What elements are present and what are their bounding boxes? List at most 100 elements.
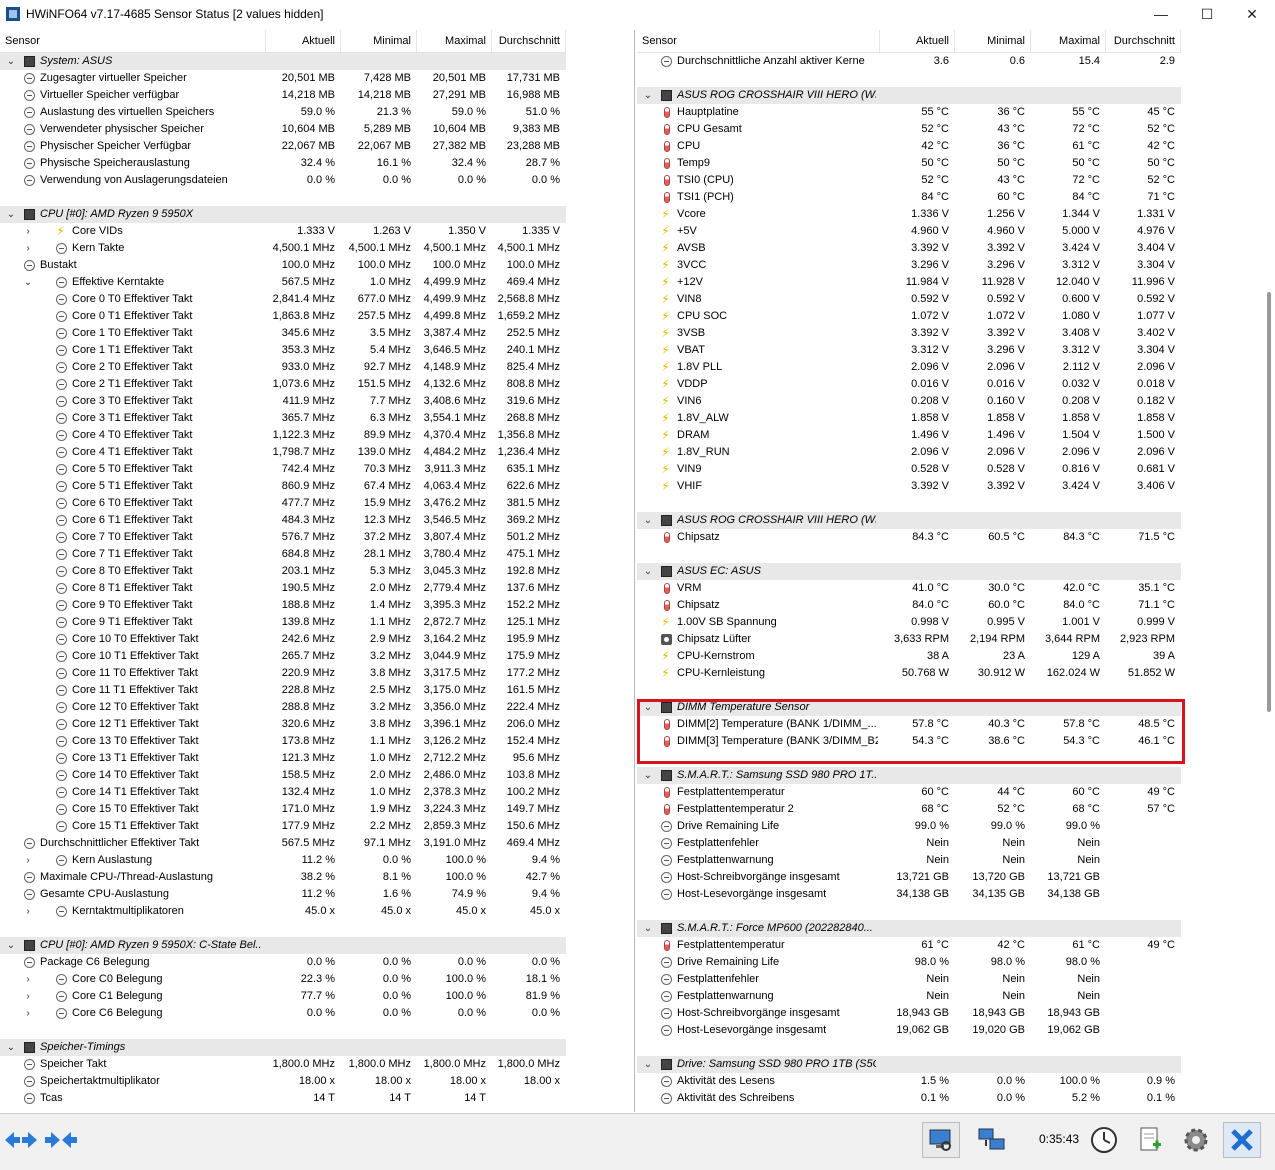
expand-chevron-icon[interactable]: ›: [22, 240, 34, 257]
sensor-row[interactable]: ⚡ 3VCC 3.296 V 3.296 V 3.312 V 3.304 V: [637, 257, 1181, 274]
sensor-row[interactable]: Festplattenfehler Nein Nein Nein: [637, 971, 1181, 988]
sensor-row[interactable]: ⚡ DRAM 1.496 V 1.496 V 1.504 V 1.500 V: [637, 427, 1181, 444]
sensor-row[interactable]: VRM 41.0 °C 30.0 °C 42.0 °C 35.1 °C: [637, 580, 1181, 597]
sensor-group-header[interactable]: ⌄ CPU [#0]: AMD Ryzen 9 5950X: C-State Be…: [0, 937, 566, 954]
maximize-button[interactable]: ☐: [1184, 0, 1230, 28]
column-average[interactable]: Durchschnitt: [492, 30, 566, 52]
sensor-row[interactable]: Festplattenfehler Nein Nein Nein: [637, 835, 1181, 852]
sensor-row[interactable]: ⚡ +5V 4.960 V 4.960 V 5.000 V 4.976 V: [637, 223, 1181, 240]
sensor-row[interactable]: ⚡ +12V 11.984 V 11.928 V 12.040 V 11.996 V: [637, 274, 1181, 291]
network-monitor-button[interactable]: [922, 1122, 960, 1158]
sensor-row[interactable]: Festplattenwarnung Nein Nein Nein: [637, 852, 1181, 869]
collapse-chevron-icon[interactable]: ⌄: [5, 937, 17, 954]
sensor-row[interactable]: Core 0 T0 Effektiver Takt 2,841.4 MHz 677.…: [0, 291, 566, 308]
column-sensor[interactable]: Sensor: [0, 30, 266, 52]
logging-button[interactable]: [1131, 1122, 1169, 1158]
sensor-row[interactable]: Drive Remaining Life 98.0 % 98.0 % 98.0 %: [637, 954, 1181, 971]
sensor-row[interactable]: ⚡ VIN6 0.208 V 0.160 V 0.208 V 0.182 V: [637, 393, 1181, 410]
sensor-row[interactable]: › Kern Takte 4,500.1 MHz 4,500.1 MHz 4,500.1…: [0, 240, 566, 257]
sensor-row[interactable]: Zugesagter virtueller Speicher 20,501 MB 7…: [0, 70, 566, 87]
minimize-button[interactable]: —: [1138, 0, 1184, 28]
collapse-chevron-icon[interactable]: ⌄: [642, 1056, 654, 1073]
sensor-row[interactable]: Core 11 T1 Effektiver Takt 228.8 MHz 2.5 M…: [0, 682, 566, 699]
sensor-row[interactable]: Core 7 T0 Effektiver Takt 576.7 MHz 37.2 M…: [0, 529, 566, 546]
sensor-group-header[interactable]: ⌄ S.M.A.R.T.: Samsung SSD 980 PRO 1T...: [637, 767, 1181, 784]
settings-button[interactable]: [1177, 1122, 1215, 1158]
sensor-row[interactable]: ⚡ VIN9 0.528 V 0.528 V 0.816 V 0.681 V: [637, 461, 1181, 478]
sensor-row[interactable]: ⚡ 1.8V_RUN 2.096 V 2.096 V 2.096 V 2.096 V: [637, 444, 1181, 461]
sensor-row[interactable]: Core 5 T1 Effektiver Takt 860.9 MHz 67.4 M…: [0, 478, 566, 495]
sensor-row[interactable]: Core 9 T0 Effektiver Takt 188.8 MHz 1.4 MH…: [0, 597, 566, 614]
sensor-row[interactable]: Core 12 T0 Effektiver Takt 288.8 MHz 3.2 M…: [0, 699, 566, 716]
expand-chevron-icon[interactable]: ›: [22, 988, 34, 1005]
column-maximum[interactable]: Maximal: [417, 30, 492, 52]
sensor-row[interactable]: CPU 42 °C 36 °C 61 °C 42 °C: [637, 138, 1181, 155]
sensor-row[interactable]: ⚡ 3VSB 3.392 V 3.392 V 3.408 V 3.402 V: [637, 325, 1181, 342]
sensor-row[interactable]: Physischer Speicher Verfügbar 22,067 MB 22…: [0, 138, 566, 155]
right-sensor-pane[interactable]: Sensor Aktuell Minimal Maximal Durchschn…: [637, 30, 1275, 1112]
expand-chevron-icon[interactable]: ›: [22, 903, 34, 920]
column-sensor[interactable]: Sensor: [637, 30, 880, 52]
sensor-row[interactable]: › Core C0 Belegung 22.3 % 0.0 % 100.0 % 18.1 …: [0, 971, 566, 988]
reset-timer-button[interactable]: [1085, 1122, 1123, 1158]
collapse-chevron-icon[interactable]: ⌄: [5, 1039, 17, 1056]
sensor-row[interactable]: Core 15 T0 Effektiver Takt 171.0 MHz 1.9 M…: [0, 801, 566, 818]
expand-chevron-icon[interactable]: ›: [22, 1005, 34, 1022]
sensor-row[interactable]: Core 10 T1 Effektiver Takt 265.7 MHz 3.2 M…: [0, 648, 566, 665]
sensor-row[interactable]: Core 5 T0 Effektiver Takt 742.4 MHz 70.3 M…: [0, 461, 566, 478]
collapse-chevron-icon[interactable]: ⌄: [5, 206, 17, 223]
sensor-row[interactable]: ⚡ 1.00V SB Spannung 0.998 V 0.995 V 1.001 V 0…: [637, 614, 1181, 631]
sensor-row[interactable]: Festplattentemperatur 61 °C 42 °C 61 °C 49 °…: [637, 937, 1181, 954]
sensor-row[interactable]: Core 6 T1 Effektiver Takt 484.3 MHz 12.3 M…: [0, 512, 566, 529]
sensor-row[interactable]: Drive Remaining Life 99.0 % 99.0 % 99.0 %: [637, 818, 1181, 835]
sensor-row[interactable]: Core 13 T1 Effektiver Takt 121.3 MHz 1.0 M…: [0, 750, 566, 767]
remote-sensors-button[interactable]: [973, 1122, 1011, 1158]
sensor-row[interactable]: Host-Schreibvorgänge insgesamt 13,721 GB 1…: [637, 869, 1181, 886]
column-current[interactable]: Aktuell: [266, 30, 341, 52]
sensor-row[interactable]: Core 7 T1 Effektiver Takt 684.8 MHz 28.1 M…: [0, 546, 566, 563]
sensor-group-header[interactable]: ⌄ Drive: Samsung SSD 980 PRO 1TB (S5G...: [637, 1056, 1181, 1073]
sensor-row[interactable]: Host-Schreibvorgänge insgesamt 18,943 GB 1…: [637, 1005, 1181, 1022]
sensor-row[interactable]: › ⚡ Core VIDs 1.333 V 1.263 V 1.350 V 1.335 V: [0, 223, 566, 240]
sensor-row[interactable]: TSI0 (CPU) 52 °C 43 °C 72 °C 52 °C: [637, 172, 1181, 189]
collapse-chevron-icon[interactable]: ⌄: [642, 563, 654, 580]
sensor-row[interactable]: Core 4 T0 Effektiver Takt 1,122.3 MHz 89.9…: [0, 427, 566, 444]
sensor-row[interactable]: Core 0 T1 Effektiver Takt 1,863.8 MHz 257.…: [0, 308, 566, 325]
sensor-row[interactable]: ⚡ 1.8V PLL 2.096 V 2.096 V 2.112 V 2.096 V: [637, 359, 1181, 376]
collapse-chevron-icon[interactable]: ⌄: [642, 920, 654, 937]
sensor-row[interactable]: Core 2 T1 Effektiver Takt 1,073.6 MHz 151.…: [0, 376, 566, 393]
sensor-row[interactable]: › Core C6 Belegung 0.0 % 0.0 % 0.0 % 0.0 %: [0, 1005, 566, 1022]
scrollbar-thumb[interactable]: [1267, 292, 1271, 712]
sensor-row[interactable]: ⚡ VIN8 0.592 V 0.592 V 0.600 V 0.592 V: [637, 291, 1181, 308]
collapse-chevron-icon[interactable]: ⌄: [642, 87, 654, 104]
expand-chevron-icon[interactable]: ›: [22, 852, 34, 869]
sensor-row[interactable]: ⚡ CPU-Kernleistung 50.768 W 30.912 W 162.024…: [637, 665, 1181, 682]
column-current[interactable]: Aktuell: [880, 30, 955, 52]
sensor-row[interactable]: Chipsatz 84.0 °C 60.0 °C 84.0 °C 71.1 °C: [637, 597, 1181, 614]
sensor-row[interactable]: Festplattentemperatur 2 68 °C 52 °C 68 °C 57…: [637, 801, 1181, 818]
sensor-row[interactable]: Core 1 T1 Effektiver Takt 353.3 MHz 5.4 MH…: [0, 342, 566, 359]
sensor-row[interactable]: ⚡ CPU-Kernstrom 38 A 23 A 129 A 39 A: [637, 648, 1181, 665]
sensor-row[interactable]: Host-Lesevorgänge insgesamt 34,138 GB 34,1…: [637, 886, 1181, 903]
expand-chevron-icon[interactable]: ›: [22, 971, 34, 988]
column-minimum[interactable]: Minimal: [341, 30, 417, 52]
sensor-row[interactable]: Core 12 T1 Effektiver Takt 320.6 MHz 3.8 M…: [0, 716, 566, 733]
sensor-row[interactable]: Hauptplatine 55 °C 36 °C 55 °C 45 °C: [637, 104, 1181, 121]
sensor-row[interactable]: Core 1 T0 Effektiver Takt 345.6 MHz 3.5 MH…: [0, 325, 566, 342]
collapse-arrows-button[interactable]: [42, 1122, 80, 1158]
sensor-group-header[interactable]: ⌄ ASUS ROG CROSSHAIR VIII HERO (WI...: [637, 87, 1181, 104]
sensor-row[interactable]: Auslastung des virtuellen Speichers 59.0 …: [0, 104, 566, 121]
sensor-row[interactable]: Chipsatz Lüfter 3,633 RPM 2,194 RPM 3,644 R…: [637, 631, 1181, 648]
navigate-left-right-button[interactable]: [2, 1122, 40, 1158]
sensor-row[interactable]: Core 9 T1 Effektiver Takt 139.8 MHz 1.1 MH…: [0, 614, 566, 631]
sensor-row[interactable]: Maximale CPU-/Thread-Auslastung 38.2 % 8.1…: [0, 869, 566, 886]
sensor-row[interactable]: › Core C1 Belegung 77.7 % 0.0 % 100.0 % 81.9 …: [0, 988, 566, 1005]
sensor-row[interactable]: ⌄ Effektive Kerntakte 567.5 MHz 1.0 MHz 4,49…: [0, 274, 566, 291]
sensor-row[interactable]: Verwendung von Auslagerungsdateien 0.0 % 0…: [0, 172, 566, 189]
collapse-chevron-icon[interactable]: ⌄: [5, 53, 17, 70]
sensor-group-header[interactable]: ⌄ CPU [#0]: AMD Ryzen 9 5950X: [0, 206, 566, 223]
sensor-group-header[interactable]: ⌄ System: ASUS: [0, 53, 566, 70]
sensor-row[interactable]: Durchschnittlicher Effektiver Takt 567.5 …: [0, 835, 566, 852]
sensor-row[interactable]: ⚡ VHIF 3.392 V 3.392 V 3.424 V 3.406 V: [637, 478, 1181, 495]
sensor-row[interactable]: › Kerntaktmultiplikatoren 45.0 x 45.0 x 45.0…: [0, 903, 566, 920]
